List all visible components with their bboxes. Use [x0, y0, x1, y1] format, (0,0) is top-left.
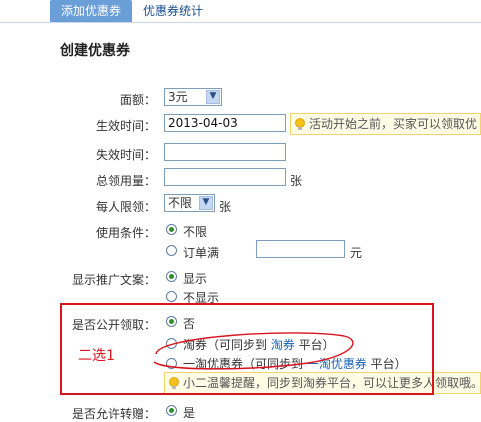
per-user-limit-value: 不限: [168, 196, 193, 210]
tab-bar: 添加优惠券 优惠券统计: [0, 0, 481, 23]
promo-hide-radio[interactable]: [166, 291, 177, 302]
condition-unlimited-radio[interactable]: [166, 224, 177, 235]
annotation-text: 二选1: [78, 348, 115, 364]
amount-label: 面额：: [119, 93, 156, 107]
start-time-label: 生效时间：: [95, 119, 156, 133]
start-time-input[interactable]: 2013-04-03: [164, 114, 286, 132]
start-time-tip: 活动开始之前，买家可以领取优: [290, 113, 481, 135]
min-order-unit: 元: [350, 246, 363, 260]
page-title: 创建优惠券: [60, 43, 130, 59]
usage-condition-label: 使用条件：: [95, 226, 156, 240]
promo-show-label: 显示: [183, 272, 208, 286]
promo-show-radio[interactable]: [166, 271, 177, 282]
amount-select-value: 3元: [168, 90, 188, 104]
gift-allowed-label: 是否允许转赠：: [71, 407, 156, 421]
expire-time-label: 失效时间：: [95, 148, 156, 162]
min-order-amount-input[interactable]: [256, 240, 345, 258]
lightbulb-icon: [295, 117, 305, 130]
tab-add-coupon[interactable]: 添加优惠券: [50, 0, 132, 22]
condition-min-order-label: 订单满: [183, 246, 220, 260]
total-quantity-unit: 张: [290, 174, 303, 188]
chevron-down-icon: ▼: [199, 196, 213, 210]
per-user-limit-unit: 张: [219, 200, 232, 214]
condition-unlimited-label: 不限: [183, 225, 208, 239]
start-time-tip-text: 活动开始之前，买家可以领取优: [309, 117, 478, 131]
expire-time-input[interactable]: [164, 143, 286, 161]
chevron-down-icon: ▼: [206, 90, 220, 104]
condition-min-order-radio[interactable]: [166, 245, 177, 256]
per-user-limit-label: 每人限领：: [95, 200, 156, 214]
amount-select[interactable]: 3元 ▼: [164, 88, 222, 106]
total-quantity-label: 总领用量：: [95, 174, 156, 188]
gift-yes-radio[interactable]: [166, 405, 177, 416]
tab-coupon-stats[interactable]: 优惠券统计: [143, 0, 203, 22]
total-quantity-input[interactable]: [164, 168, 286, 186]
promo-text-label: 显示推广文案：: [71, 273, 156, 287]
per-user-limit-select[interactable]: 不限 ▼: [164, 194, 215, 212]
highlight-ellipse: [153, 332, 354, 370]
gift-yes-label: 是: [183, 406, 196, 420]
